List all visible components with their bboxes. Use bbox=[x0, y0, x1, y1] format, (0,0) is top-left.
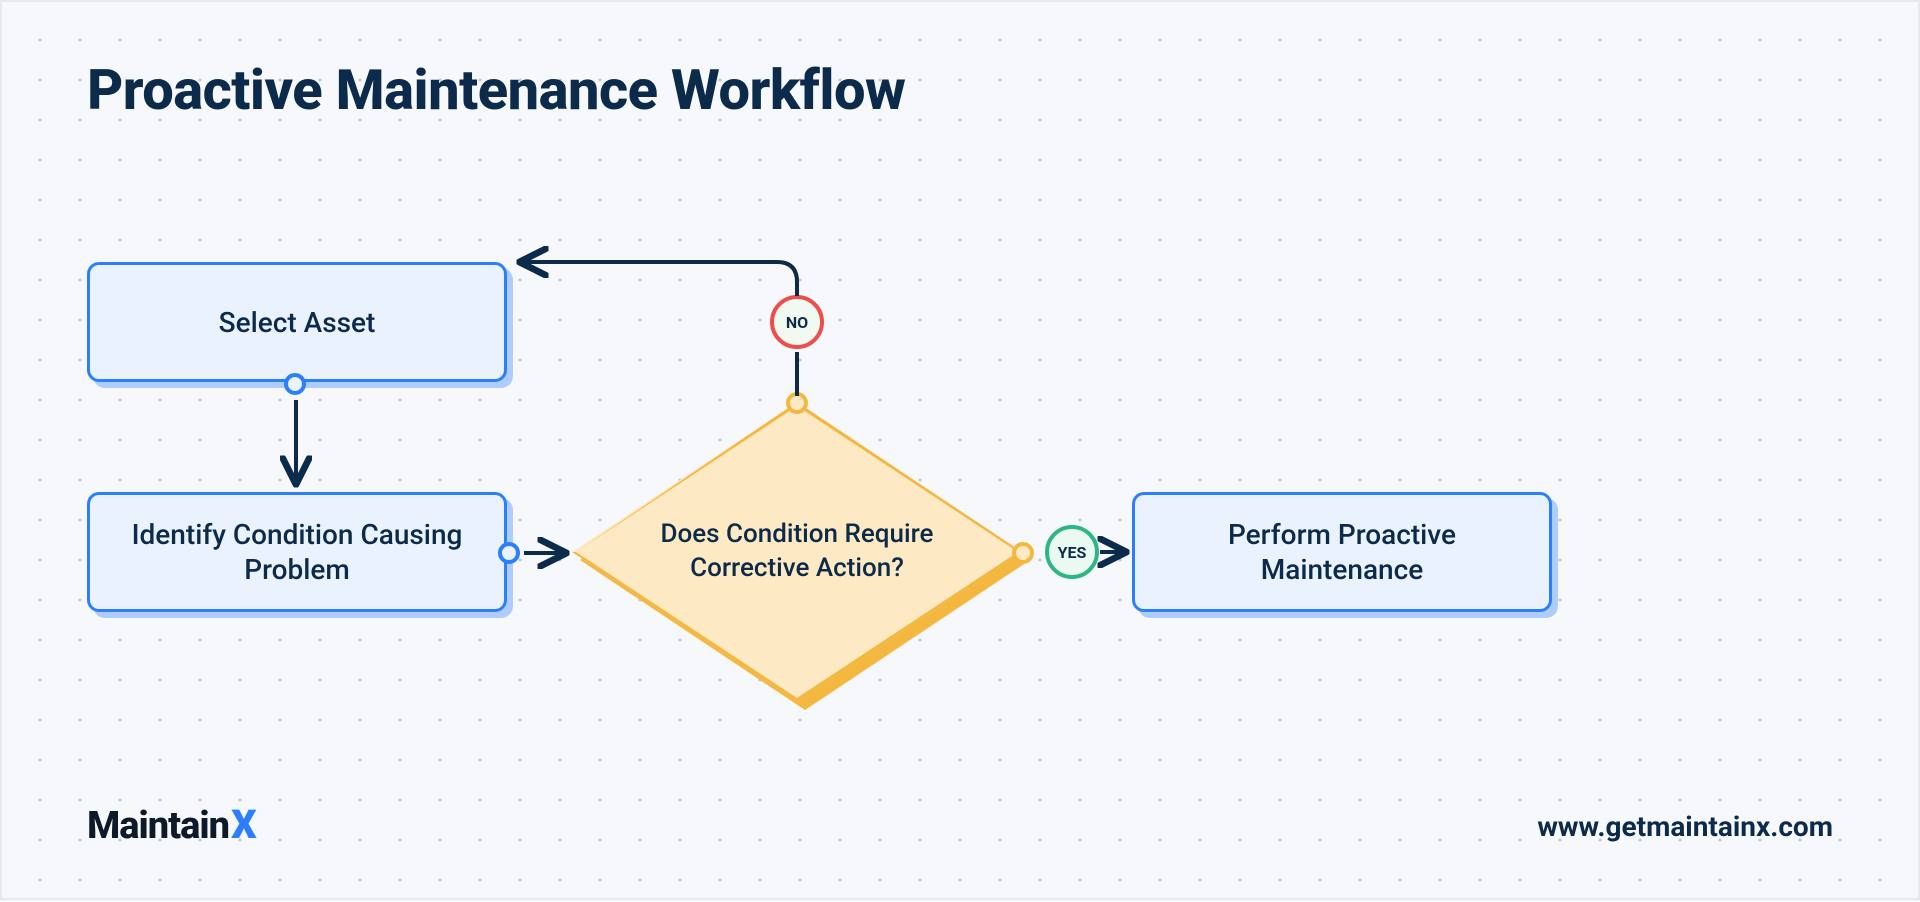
connector-dot-icon bbox=[498, 542, 520, 564]
node-select-asset: Select Asset bbox=[87, 262, 507, 382]
node-select-asset-label: Select Asset bbox=[219, 305, 376, 340]
branch-no-label: NO bbox=[786, 313, 808, 332]
node-identify-condition: Identify Condition Causing Problem bbox=[87, 492, 507, 612]
brand-name: Maintain bbox=[87, 804, 229, 848]
brand-suffix: X bbox=[231, 801, 257, 848]
brand-logo: Maintain X bbox=[87, 801, 257, 848]
connector-dot-icon bbox=[1012, 542, 1034, 564]
node-identify-condition-label: Identify Condition Causing Problem bbox=[120, 517, 474, 587]
branch-yes-label: YES bbox=[1058, 543, 1087, 562]
branch-yes-badge: YES bbox=[1045, 525, 1099, 579]
connector-dot-icon bbox=[284, 373, 306, 395]
connector-dot-icon bbox=[786, 392, 808, 414]
branch-no-badge: NO bbox=[770, 295, 824, 349]
brand-url: www.getmaintainx.com bbox=[1537, 810, 1833, 843]
decision-diamond: Does Condition Require Corrective Action… bbox=[572, 402, 1022, 702]
diagram-title: Proactive Maintenance Workflow bbox=[87, 57, 905, 123]
node-perform-maintenance-label: Perform Proactive Maintenance bbox=[1165, 517, 1519, 587]
node-perform-maintenance: Perform Proactive Maintenance bbox=[1132, 492, 1552, 612]
node-decision-label: Does Condition Require Corrective Action… bbox=[637, 518, 957, 586]
node-decision: Does Condition Require Corrective Action… bbox=[572, 402, 1022, 702]
arrow-no-to-select bbox=[522, 262, 797, 296]
